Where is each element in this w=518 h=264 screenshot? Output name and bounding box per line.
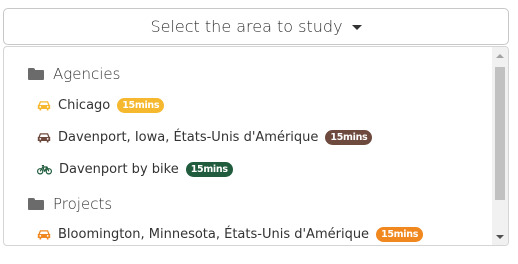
folder-icon bbox=[28, 198, 44, 210]
group-title: Agencies bbox=[53, 65, 121, 83]
folder-icon bbox=[28, 68, 44, 80]
car-icon bbox=[37, 101, 51, 111]
area-dropdown-menu: Agencies Chicago 15mins Davenport, Iowa,… bbox=[3, 46, 509, 246]
scroll-down-arrow-icon[interactable] bbox=[496, 235, 504, 239]
caret-down-icon bbox=[351, 24, 362, 30]
duration-badge: 15mins bbox=[117, 98, 165, 113]
area-item-label: Chicago bbox=[58, 98, 111, 113]
area-item-label: Bloomington, Minnesota, États-Unis d'Amé… bbox=[58, 227, 370, 242]
select-area-label: Select the area to study bbox=[150, 17, 343, 36]
area-selector: Select the area to study Agencies Chicag… bbox=[0, 0, 518, 264]
duration-badge: 15mins bbox=[185, 162, 233, 177]
group-header-agencies: Agencies bbox=[28, 65, 120, 83]
select-area-button[interactable]: Select the area to study bbox=[3, 8, 509, 45]
area-item-davenport-bike[interactable]: Davenport by bike 15mins bbox=[37, 162, 233, 177]
area-item-bloomington[interactable]: Bloomington, Minnesota, États-Unis d'Amé… bbox=[37, 227, 424, 242]
scrollbar[interactable] bbox=[492, 47, 508, 245]
scroll-up-arrow-icon[interactable] bbox=[496, 54, 504, 58]
group-title: Projects bbox=[53, 195, 113, 213]
bicycle-icon bbox=[37, 165, 52, 175]
area-item-davenport[interactable]: Davenport, Iowa, États-Unis d'Amérique 1… bbox=[37, 130, 373, 145]
duration-badge: 15mins bbox=[376, 227, 424, 242]
car-icon-shape bbox=[37, 230, 51, 240]
area-item-label: Davenport, Iowa, États-Unis d'Amérique bbox=[58, 130, 319, 145]
area-list: Agencies Chicago 15mins Davenport, Iowa,… bbox=[4, 47, 492, 245]
area-item-label: Davenport by bike bbox=[59, 162, 179, 177]
area-item-chicago[interactable]: Chicago 15mins bbox=[37, 98, 165, 113]
group-header-projects: Projects bbox=[28, 195, 112, 213]
car-icon-shape bbox=[37, 101, 51, 111]
scrollbar-thumb[interactable] bbox=[495, 67, 505, 200]
car-icon-shape bbox=[37, 133, 51, 143]
duration-badge: 15mins bbox=[325, 130, 373, 145]
car-icon bbox=[37, 230, 51, 240]
car-icon bbox=[37, 133, 51, 143]
